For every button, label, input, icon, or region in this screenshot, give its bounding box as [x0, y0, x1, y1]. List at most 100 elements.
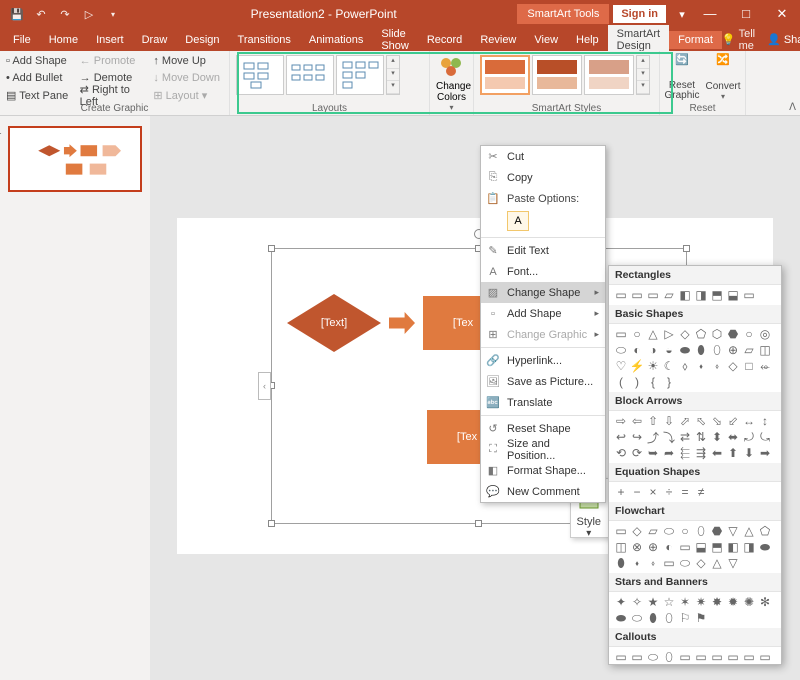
tab-draw[interactable]: Draw: [133, 31, 177, 49]
shape-option[interactable]: ⇶: [693, 445, 709, 461]
minimize-button[interactable]: —: [692, 6, 728, 22]
tell-me[interactable]: 💡Tell me: [722, 28, 755, 52]
shape-option[interactable]: ✧: [629, 594, 645, 610]
shape-option[interactable]: △: [645, 326, 661, 342]
shape-option[interactable]: ⬠: [693, 326, 709, 342]
shape-option[interactable]: ⬨: [677, 358, 693, 374]
shape-option[interactable]: ⬆: [725, 445, 741, 461]
shape-option[interactable]: ≠: [693, 484, 709, 500]
shape-option[interactable]: ⊕: [645, 539, 661, 555]
shape-option[interactable]: △: [741, 523, 757, 539]
shape-option[interactable]: □: [741, 358, 757, 374]
shape-option[interactable]: ⬭: [661, 523, 677, 539]
ribbon-options-icon[interactable]: ▾: [672, 8, 692, 21]
shape-option[interactable]: ◫: [757, 342, 773, 358]
shape-option[interactable]: ▭: [741, 649, 757, 665]
shape-option[interactable]: ⬪: [693, 358, 709, 374]
shape-option[interactable]: ⬪: [629, 555, 645, 571]
shape-option[interactable]: ⇧: [645, 413, 661, 429]
tab-record[interactable]: Record: [418, 31, 471, 49]
shape-option[interactable]: =: [677, 484, 693, 500]
close-button[interactable]: ✕: [764, 6, 800, 22]
promote-button[interactable]: ← Promote: [80, 55, 150, 67]
shape-option[interactable]: ▭: [693, 649, 709, 665]
shape-option[interactable]: ⬍: [709, 429, 725, 445]
shape-option[interactable]: ○: [741, 326, 757, 342]
shape-option[interactable]: ▭: [613, 287, 629, 303]
shape-option[interactable]: ↪: [629, 429, 645, 445]
save-icon[interactable]: 💾: [6, 4, 28, 24]
shape-option[interactable]: ⬠: [757, 523, 773, 539]
styles-more[interactable]: ▴▾▾: [636, 55, 650, 95]
tab-home[interactable]: Home: [40, 31, 87, 49]
shape-option[interactable]: ◨: [693, 287, 709, 303]
shape-option[interactable]: ⇨: [613, 413, 629, 429]
shape-option[interactable]: ◇: [725, 358, 741, 374]
shape-option[interactable]: ⬌: [725, 429, 741, 445]
shape-option[interactable]: ⚐: [677, 610, 693, 626]
layout-thumb-1[interactable]: [236, 55, 284, 95]
shape-option[interactable]: (: [613, 374, 629, 390]
shape-option[interactable]: ▭: [677, 539, 693, 555]
shape-option[interactable]: ⬓: [693, 539, 709, 555]
shape-option[interactable]: ▭: [725, 649, 741, 665]
tab-view[interactable]: View: [525, 31, 567, 49]
text-pane-toggle[interactable]: ‹: [258, 372, 271, 400]
shape-option[interactable]: ⬬: [613, 610, 629, 626]
shape-option[interactable]: ⬯: [709, 342, 725, 358]
shape-option[interactable]: ⬇: [741, 445, 757, 461]
add-shape-button[interactable]: ▫ Add Shape: [6, 55, 76, 67]
shape-option[interactable]: ⤵: [661, 429, 677, 445]
shape-option[interactable]: ⬯: [693, 523, 709, 539]
tab-animations[interactable]: Animations: [300, 31, 372, 49]
layout-button[interactable]: ⊞ Layout ▾: [153, 89, 223, 102]
resize-handle-b[interactable]: [475, 520, 482, 527]
shape-option[interactable]: ◐: [661, 539, 677, 555]
add-bullet-button[interactable]: • Add Bullet: [6, 72, 76, 84]
shape-option[interactable]: ☾: [661, 358, 677, 374]
resize-handle-tl[interactable]: [268, 245, 275, 252]
shape-option[interactable]: ⟲: [613, 445, 629, 461]
share-button[interactable]: 👤Share: [767, 33, 800, 46]
shape-option[interactable]: ▱: [645, 523, 661, 539]
tab-review[interactable]: Review: [471, 31, 525, 49]
shape-option[interactable]: ➥: [645, 445, 661, 461]
ctx-reset-shape[interactable]: ↺Reset Shape: [481, 418, 605, 439]
shape-option[interactable]: ♡: [613, 358, 629, 374]
shape-option[interactable]: ▭: [645, 287, 661, 303]
shape-option[interactable]: ⚡: [629, 358, 645, 374]
shape-option[interactable]: ⬒: [709, 287, 725, 303]
collapse-ribbon-icon[interactable]: ᐱ: [789, 102, 796, 113]
shape-option[interactable]: ▭: [629, 649, 645, 665]
shape-option[interactable]: ⬭: [613, 342, 629, 358]
tab-file[interactable]: File: [4, 31, 40, 49]
shape-option[interactable]: ◎: [757, 326, 773, 342]
shape-option[interactable]: ▭: [613, 649, 629, 665]
shape-option[interactable]: ⇅: [693, 429, 709, 445]
ctx-add-shape[interactable]: ▫Add Shape▸: [481, 303, 605, 324]
shape-option[interactable]: ⚑: [693, 610, 709, 626]
shape-option[interactable]: ▱: [661, 287, 677, 303]
shape-option[interactable]: ➦: [661, 445, 677, 461]
ctx-size-position[interactable]: ⛶Size and Position...: [481, 439, 605, 460]
shape-option[interactable]: ⬬: [757, 539, 773, 555]
shape-option[interactable]: ○: [629, 326, 645, 342]
layouts-more[interactable]: ▴▾▾: [386, 55, 400, 95]
tab-help[interactable]: Help: [567, 31, 608, 49]
shape-option[interactable]: ⊕: [725, 342, 741, 358]
shape-option[interactable]: ↔: [741, 413, 757, 429]
shape-option[interactable]: ⬬: [677, 342, 693, 358]
resize-handle-tr[interactable]: [683, 245, 690, 252]
tab-format[interactable]: Format: [669, 31, 722, 49]
shape-option[interactable]: ⬭: [629, 610, 645, 626]
shape-option[interactable]: ▭: [757, 649, 773, 665]
shape-option[interactable]: ⬃: [725, 413, 741, 429]
shape-option[interactable]: ⬭: [645, 649, 661, 665]
shape-option[interactable]: ✸: [709, 594, 725, 610]
ctx-translate[interactable]: 🔤Translate: [481, 392, 605, 413]
shape-option[interactable]: ◇: [677, 326, 693, 342]
shape-option[interactable]: ⬅: [709, 445, 725, 461]
resize-handle-bl[interactable]: [268, 520, 275, 527]
shape-option[interactable]: ⬡: [709, 326, 725, 342]
shape-option[interactable]: ✶: [677, 594, 693, 610]
